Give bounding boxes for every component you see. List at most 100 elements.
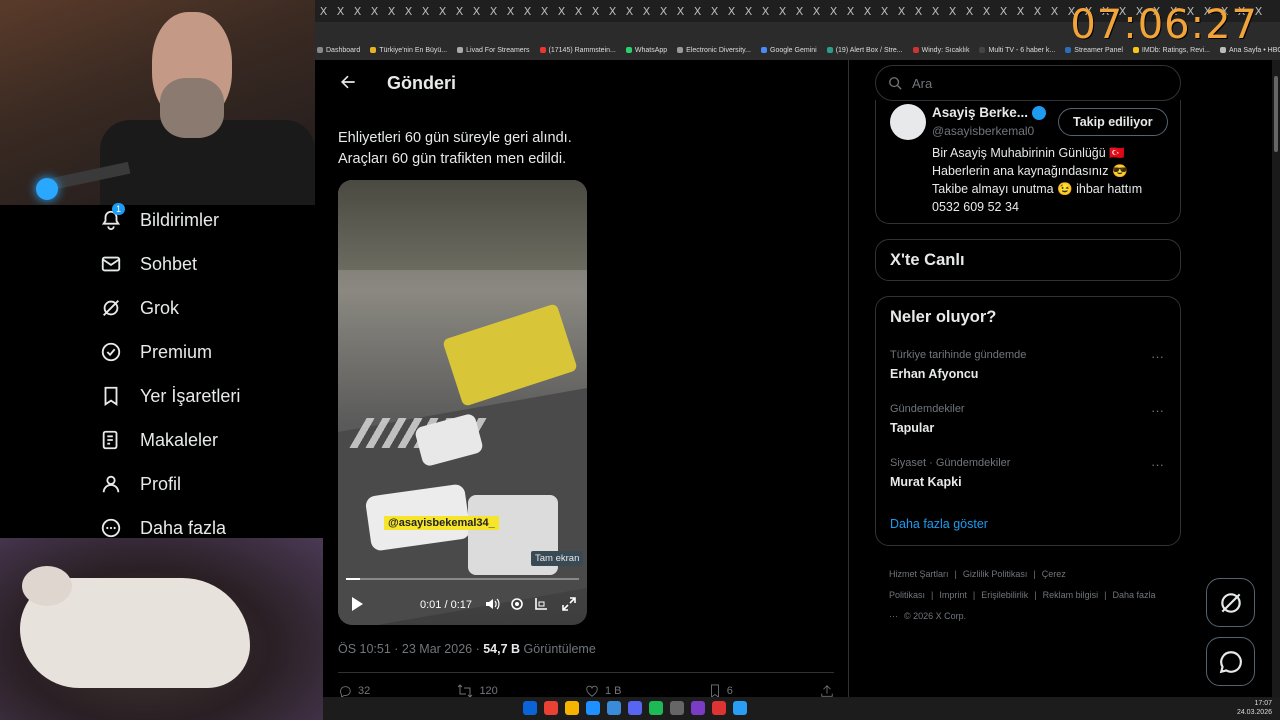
browser-tab[interactable]: X bbox=[1012, 5, 1029, 18]
more-options-icon[interactable]: ··· bbox=[1151, 349, 1164, 364]
browser-tab[interactable]: X bbox=[332, 5, 349, 18]
more-options-icon[interactable]: ··· bbox=[1151, 403, 1164, 418]
show-more-link[interactable]: Daha fazla göster bbox=[890, 517, 988, 531]
taskbar-app-icon[interactable] bbox=[733, 701, 747, 715]
search-box[interactable]: Ara bbox=[875, 65, 1181, 101]
browser-tab[interactable]: X bbox=[757, 5, 774, 18]
browser-tab[interactable]: X bbox=[808, 5, 825, 18]
bookmark-item[interactable]: (17145) Rammstein... bbox=[539, 47, 616, 54]
like-button[interactable]: 1 B bbox=[585, 684, 622, 698]
profile-name[interactable]: Asayiş Berke... bbox=[932, 105, 1028, 120]
browser-tab[interactable]: X bbox=[604, 5, 621, 18]
footer-link[interactable]: Erişilebilirlik bbox=[981, 590, 1028, 600]
browser-tab[interactable]: X bbox=[893, 5, 910, 18]
more-options-icon[interactable]: ··· bbox=[1151, 457, 1164, 472]
taskbar-app-icon[interactable] bbox=[607, 701, 621, 715]
play-icon[interactable] bbox=[350, 596, 364, 612]
taskbar-app-icon[interactable] bbox=[586, 701, 600, 715]
browser-tab[interactable]: X bbox=[434, 5, 451, 18]
browser-tab[interactable]: X bbox=[485, 5, 502, 18]
bookmark-item[interactable]: Dashboard bbox=[317, 47, 360, 54]
browser-tab[interactable]: X bbox=[502, 5, 519, 18]
browser-tab[interactable]: X bbox=[638, 5, 655, 18]
browser-tab[interactable]: X bbox=[349, 5, 366, 18]
share-button[interactable] bbox=[820, 684, 834, 698]
browser-tab[interactable]: X bbox=[570, 5, 587, 18]
browser-tab[interactable]: X bbox=[825, 5, 842, 18]
bookmark-item[interactable]: Electronic Diversity... bbox=[677, 47, 751, 54]
browser-tab[interactable]: X bbox=[740, 5, 757, 18]
browser-tab[interactable]: X bbox=[791, 5, 808, 18]
footer-link[interactable]: © 2026 X Corp. bbox=[904, 611, 966, 621]
bookmark-item[interactable]: Windy: Sıcaklık bbox=[912, 47, 969, 54]
browser-tab[interactable]: X bbox=[774, 5, 791, 18]
fullscreen-icon[interactable] bbox=[561, 596, 577, 612]
bookmark-item[interactable]: Türkiye'nin En Büyü... bbox=[370, 47, 447, 54]
nav-item-sohbet[interactable]: Sohbet bbox=[100, 253, 197, 275]
grok-button[interactable] bbox=[1206, 578, 1255, 627]
live-on-x-card[interactable]: X'te Canlı bbox=[875, 239, 1181, 281]
browser-tab[interactable]: X bbox=[536, 5, 553, 18]
settings-gear-icon[interactable] bbox=[509, 596, 525, 612]
browser-tab[interactable]: X bbox=[553, 5, 570, 18]
bookmark-item[interactable]: Google Gemini bbox=[761, 47, 817, 54]
browser-tab[interactable]: X bbox=[723, 5, 740, 18]
footer-link[interactable]: Gizlilik Politikası bbox=[963, 569, 1028, 579]
messages-button[interactable] bbox=[1206, 637, 1255, 686]
taskbar-app-icon[interactable] bbox=[565, 701, 579, 715]
browser-tab[interactable]: X bbox=[587, 5, 604, 18]
browser-tab[interactable]: X bbox=[859, 5, 876, 18]
dock-video-icon[interactable] bbox=[533, 596, 549, 612]
browser-tab[interactable]: X bbox=[519, 5, 536, 18]
nav-item-yer-i-şaretleri[interactable]: Yer İşaretleri bbox=[100, 385, 240, 407]
browser-tab[interactable]: X bbox=[417, 5, 434, 18]
post-video[interactable]: @asayisbekemal34_ Tam ekran 0:01 / 0:17 bbox=[338, 180, 587, 625]
nav-item-profil[interactable]: Profil bbox=[100, 473, 181, 495]
browser-tab[interactable]: X bbox=[995, 5, 1012, 18]
bookmark-item[interactable]: Multi TV - 6 haber k... bbox=[979, 47, 1055, 54]
browser-tab[interactable]: X bbox=[944, 5, 961, 18]
bookmark-button[interactable]: 6 bbox=[709, 684, 733, 698]
reply-button[interactable]: 32 bbox=[338, 684, 370, 698]
browser-tab[interactable]: X bbox=[876, 5, 893, 18]
browser-tab[interactable]: X bbox=[706, 5, 723, 18]
nav-item-bildirimler[interactable]: 1 Bildirimler bbox=[100, 203, 219, 231]
bookmark-item[interactable]: (19) Alert Box / Stre... bbox=[826, 47, 903, 54]
volume-icon[interactable] bbox=[484, 596, 500, 612]
browser-tab[interactable]: X bbox=[927, 5, 944, 18]
taskbar-app-icon[interactable] bbox=[523, 701, 537, 715]
nav-item-grok[interactable]: Grok bbox=[100, 297, 179, 319]
back-arrow-icon[interactable] bbox=[338, 72, 358, 92]
nav-item-premium[interactable]: Premium bbox=[100, 341, 212, 363]
nav-item-daha-fazla[interactable]: Daha fazla bbox=[100, 517, 226, 539]
browser-tab[interactable]: X bbox=[689, 5, 706, 18]
trend-item[interactable]: Gündemdekiler Tapular ··· bbox=[890, 403, 1170, 435]
footer-link[interactable]: Reklam bilgisi bbox=[1043, 590, 1099, 600]
bookmark-item[interactable]: WhatsApp bbox=[625, 47, 667, 54]
browser-tab[interactable]: X bbox=[842, 5, 859, 18]
browser-tab[interactable]: X bbox=[978, 5, 995, 18]
video-progress-track[interactable] bbox=[346, 578, 579, 580]
browser-tab[interactable]: X bbox=[366, 5, 383, 18]
browser-tab[interactable]: X bbox=[672, 5, 689, 18]
browser-tab[interactable]: X bbox=[621, 5, 638, 18]
browser-tab[interactable]: X bbox=[1046, 5, 1063, 18]
browser-tab[interactable]: X bbox=[961, 5, 978, 18]
trend-item[interactable]: Türkiye tarihinde gündemde Erhan Afyoncu… bbox=[890, 349, 1170, 381]
taskbar-app-icon[interactable] bbox=[691, 701, 705, 715]
page-scrollbar[interactable] bbox=[1272, 60, 1280, 697]
browser-tab[interactable]: X bbox=[655, 5, 672, 18]
following-button[interactable]: Takip ediliyor bbox=[1058, 108, 1168, 136]
taskbar-app-icon[interactable] bbox=[670, 701, 684, 715]
footer-link[interactable]: Hizmet Şartları bbox=[889, 569, 949, 579]
scrollbar-thumb[interactable] bbox=[1274, 76, 1278, 152]
trend-item[interactable]: Siyaset · Gündemdekiler Murat Kapki ··· bbox=[890, 457, 1170, 489]
post-timestamp[interactable]: ÖS 10:51 · 23 Mar 2026 · bbox=[338, 642, 483, 656]
browser-tab[interactable]: X bbox=[315, 5, 332, 18]
browser-tab[interactable]: X bbox=[451, 5, 468, 18]
taskbar-app-icon[interactable] bbox=[712, 701, 726, 715]
avatar[interactable] bbox=[890, 104, 926, 140]
taskbar-app-icon[interactable] bbox=[544, 701, 558, 715]
browser-tab[interactable]: X bbox=[383, 5, 400, 18]
browser-tab[interactable]: X bbox=[400, 5, 417, 18]
